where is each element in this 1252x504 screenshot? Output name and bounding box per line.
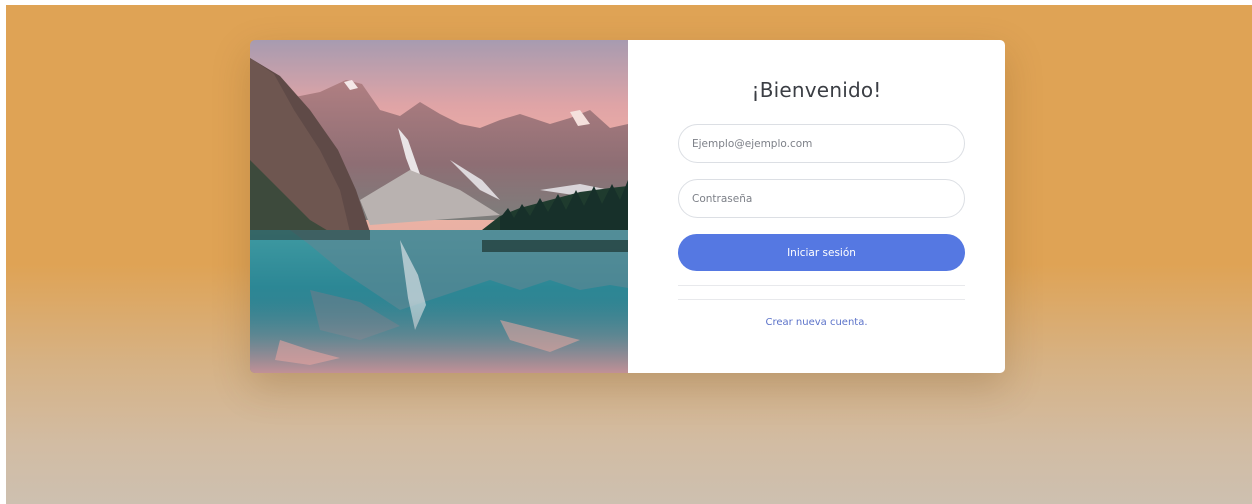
divider (678, 285, 965, 286)
page-background: ¡Bienvenido! Iniciar sesión Crear nueva … (6, 5, 1252, 504)
login-form-panel: ¡Bienvenido! Iniciar sesión Crear nueva … (628, 40, 1005, 373)
password-input[interactable] (678, 179, 965, 218)
login-button[interactable]: Iniciar sesión (678, 234, 965, 271)
mountain-lake-image (250, 40, 628, 373)
landscape-photo (250, 40, 628, 373)
welcome-title: ¡Bienvenido! (751, 78, 882, 102)
login-card: ¡Bienvenido! Iniciar sesión Crear nueva … (250, 40, 1005, 373)
email-input[interactable] (678, 124, 965, 163)
divider (678, 299, 965, 300)
create-account-link[interactable]: Crear nueva cuenta. (628, 317, 1005, 328)
